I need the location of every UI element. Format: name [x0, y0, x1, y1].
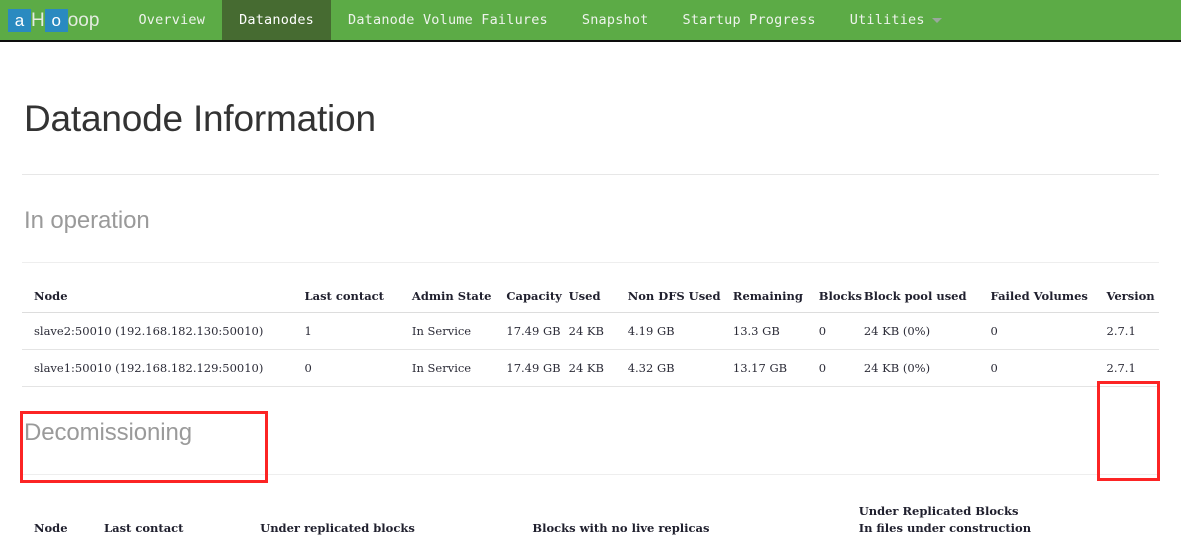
section-title-in-operation: In operation	[24, 207, 150, 234]
top-navbar: a Ho oop Overview Datanodes Datanode Volum…	[0, 0, 1181, 42]
brand-letter-h: H	[31, 9, 45, 31]
decommissioning-divider	[22, 474, 1159, 475]
nav-item-utilities[interactable]: Utilities	[833, 0, 959, 40]
cell-remaining: 13.3 GB	[720, 312, 807, 350]
cell-node[interactable]: slave1:50010 (192.168.182.129:50010)	[22, 349, 293, 387]
nav-item-startup-progress[interactable]: Startup Progress	[666, 0, 833, 40]
under-replicated-blocks-line2: In files under construction	[858, 520, 1032, 535]
column-header-decom-node[interactable]: Node	[22, 495, 92, 545]
cell-non-dfs-used: 4.32 GB	[615, 349, 721, 387]
nav-item-snapshot-label: Snapshot	[581, 12, 649, 28]
column-header-blocks[interactable]: Blocks	[806, 281, 862, 313]
cell-blocks: 0	[806, 312, 852, 350]
nav-item-overview-label: Overview	[138, 12, 206, 28]
cell-failed-volumes: 0	[978, 312, 1095, 350]
nav-item-datanode-volume-failures[interactable]: Datanode Volume Failures	[331, 0, 565, 40]
brand-glyph-a: a	[8, 8, 31, 32]
cell-capacity: 17.49 GB	[494, 349, 561, 387]
brand-glyph-o: o	[44, 8, 68, 32]
cell-last-contact: 0	[292, 349, 400, 387]
column-header-used[interactable]: Used	[556, 281, 616, 313]
in-operation-table: Node Last contact Admin State Capacity U…	[22, 281, 1159, 387]
page-container: Datanode Information In operation Node L…	[0, 98, 1181, 545]
column-header-capacity[interactable]: Capacity	[494, 281, 562, 313]
column-header-non-dfs-used[interactable]: Non DFS Used	[615, 281, 721, 313]
brand-text-tail: oop	[67, 9, 100, 31]
nav-item-list: Overview Datanodes Datanode Volume Failu…	[121, 0, 958, 40]
cell-block-pool-used: 24 KB (0%)	[851, 312, 979, 350]
in-operation-divider	[22, 262, 1159, 263]
cell-remaining: 13.17 GB	[720, 349, 807, 387]
table-row[interactable]: slave2:50010 (192.168.182.130:50010) 1 I…	[22, 312, 1159, 350]
cell-non-dfs-used: 4.19 GB	[615, 312, 721, 350]
column-header-blocks-no-live-replicas[interactable]: Blocks with no live replicas	[520, 495, 846, 545]
column-header-failed-volumes[interactable]: Failed Volumes	[978, 281, 1095, 313]
under-replicated-blocks-line1: Under Replicated Blocks	[858, 504, 1019, 518]
column-header-node[interactable]: Node	[22, 281, 293, 313]
cell-blocks: 0	[806, 349, 852, 387]
nav-item-snapshot[interactable]: Snapshot	[565, 0, 666, 40]
table-header-row: Node Last contact Under replicated block…	[22, 495, 1159, 545]
column-header-remaining[interactable]: Remaining	[720, 281, 807, 313]
section-title-decommissioning: Decomissioning	[24, 419, 193, 446]
cell-admin-state: In Service	[399, 349, 495, 387]
column-header-block-pool-used[interactable]: Block pool used	[851, 281, 979, 313]
cell-capacity: 17.49 GB	[494, 312, 561, 350]
cell-version: 2.7.1	[1094, 312, 1159, 350]
column-header-version[interactable]: Version	[1094, 281, 1159, 313]
cell-version: 2.7.1	[1094, 349, 1159, 387]
nav-item-overview[interactable]: Overview	[121, 0, 222, 40]
column-header-last-contact[interactable]: Last contact	[292, 281, 400, 313]
table-header-row: Node Last contact Admin State Capacity U…	[22, 281, 1159, 313]
chevron-down-icon	[931, 17, 942, 23]
nav-item-startup-progress-label: Startup Progress	[682, 12, 816, 28]
decommissioning-table: Node Last contact Under replicated block…	[22, 495, 1159, 545]
cell-block-pool-used: 24 KB (0%)	[851, 349, 979, 387]
cell-node[interactable]: slave2:50010 (192.168.182.130:50010)	[22, 312, 293, 350]
cell-failed-volumes: 0	[978, 349, 1095, 387]
nav-item-utilities-label: Utilities	[849, 12, 925, 28]
table-row[interactable]: slave1:50010 (192.168.182.129:50010) 0 I…	[22, 349, 1159, 387]
column-header-decom-last-contact[interactable]: Last contact	[92, 495, 248, 545]
hadoop-brand-logo[interactable]: a Ho oop	[0, 0, 105, 40]
page-title: Datanode Information	[24, 98, 376, 139]
column-header-under-replicated-in-files-under-construction[interactable]: Under Replicated Blocks In files under c…	[847, 495, 1159, 545]
cell-admin-state: In Service	[399, 312, 495, 350]
title-divider	[22, 174, 1159, 175]
cell-used: 24 KB	[556, 312, 616, 350]
cell-used: 24 KB	[556, 349, 616, 387]
cell-last-contact: 1	[292, 312, 400, 350]
column-header-admin-state[interactable]: Admin State	[399, 281, 495, 313]
column-header-under-replicated-blocks[interactable]: Under replicated blocks	[248, 495, 520, 545]
nav-item-datanode-volume-failures-label: Datanode Volume Failures	[348, 12, 548, 28]
nav-item-datanodes[interactable]: Datanodes	[222, 0, 332, 40]
nav-item-datanodes-label: Datanodes	[239, 12, 315, 28]
